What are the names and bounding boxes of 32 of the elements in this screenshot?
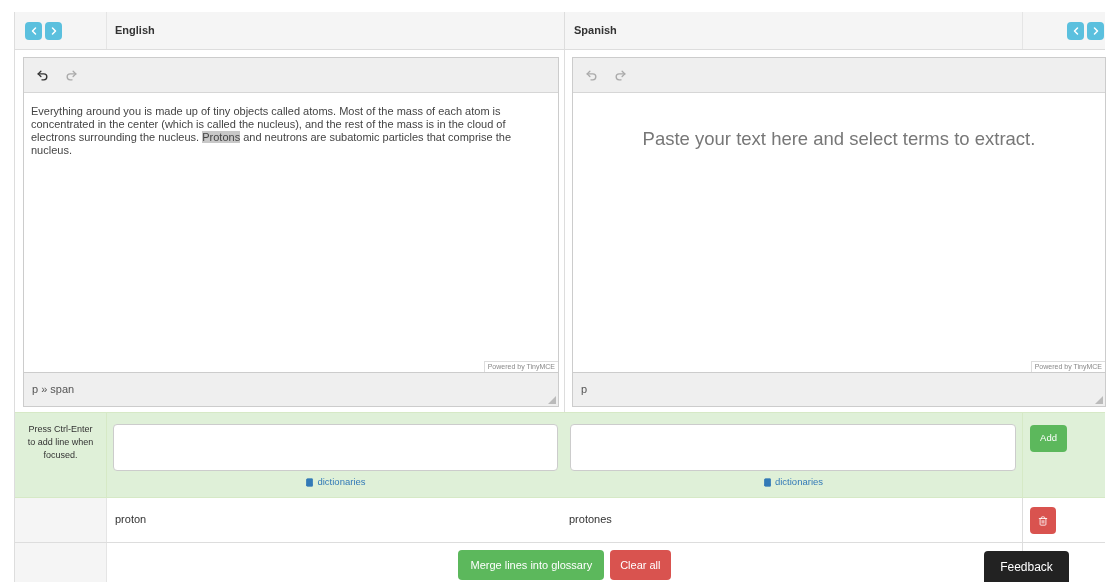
redo-icon [614, 68, 627, 82]
trash-icon [1038, 515, 1048, 526]
dictionaries-link[interactable]: dictionaries [762, 475, 824, 490]
next-button[interactable] [1087, 21, 1104, 40]
feedback-button[interactable]: Feedback [984, 551, 1069, 582]
undo-button[interactable] [36, 68, 49, 82]
shortcut-hint: Press Ctrl-Enter to add line when focused. [26, 423, 95, 462]
previous-button[interactable] [25, 21, 42, 40]
editor-placeholder: Paste your text here and select terms to extract. [641, 127, 1037, 151]
term-input[interactable] [113, 424, 558, 471]
next-button[interactable] [45, 21, 62, 40]
source-term: proton [115, 513, 147, 525]
redo-icon [65, 68, 78, 82]
merge-button[interactable]: Merge lines into glossary [458, 550, 605, 580]
add-button[interactable]: Add [1030, 424, 1067, 452]
element-path: p [581, 382, 588, 398]
delete-button[interactable] [1030, 507, 1056, 534]
undo-icon [36, 68, 49, 82]
previous-button[interactable] [1067, 21, 1084, 40]
column-header: English [115, 23, 155, 39]
redo-button[interactable] [614, 68, 627, 82]
clear-all-button[interactable]: Clear all [610, 550, 671, 580]
undo-icon [585, 68, 598, 82]
resize-handle-icon [1095, 396, 1103, 404]
editor-text: Everything around you is made up of tiny objects called atoms. Most of the mass of each atom is concentrated in the center (which is called the nucleus), and the rest of the mass is in the cloud of electrons surrounding the nucleus. Protons and neutrons are subatomic particles that comprise the nucleus. [31, 105, 512, 157]
target-term: protones [569, 513, 612, 525]
column-header: Spanish [574, 23, 617, 39]
redo-button[interactable] [65, 68, 78, 82]
term-input[interactable] [570, 424, 1016, 471]
dictionaries-link[interactable]: dictionaries [305, 475, 366, 490]
resize-handle-icon [548, 396, 556, 404]
element-path: p » span [32, 382, 75, 398]
